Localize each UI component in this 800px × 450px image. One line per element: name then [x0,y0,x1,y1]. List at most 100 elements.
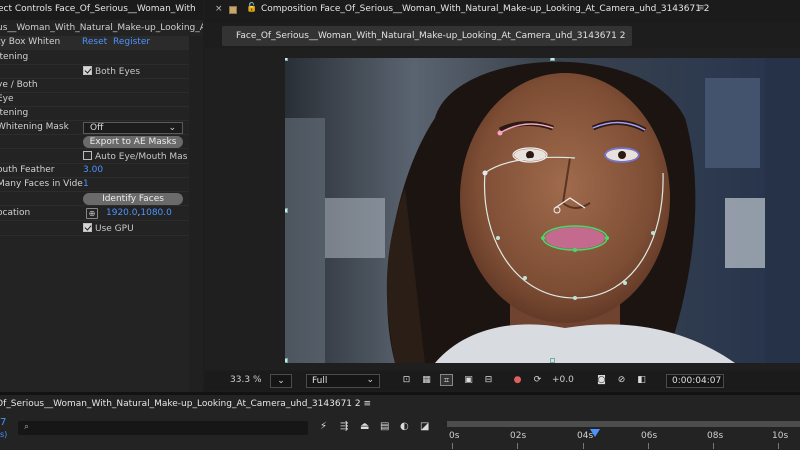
composition-subtab[interactable]: Face_Of_Serious__Woman_With_Natural_Make… [222,26,632,46]
graph-editor-icon[interactable]: ◪ [420,421,429,432]
param-row-eye-both: ye / Both [0,79,190,93]
close-icon[interactable]: × [215,4,223,14]
checkbox-unchecked-icon [83,151,92,160]
both-eyes-checkbox[interactable]: Both Eyes [83,66,140,77]
param-row-identify: Identify Faces [0,192,190,206]
timeline-tab-title: Of_Serious__Woman_With_Natural_Make-up_L… [0,399,361,409]
auto-eye-mouth-label: Auto Eye/Mouth Mas [95,152,188,162]
panel-menu-icon[interactable]: ≡ [697,3,705,13]
export-to-ae-masks-button[interactable]: Export to AE Masks [83,136,183,148]
motion-blur-icon[interactable]: ◐ [400,421,409,432]
transparency-grid-icon[interactable]: ▦ [420,374,433,386]
current-time-frame[interactable]: 7 [0,417,6,428]
panel-menu-icon[interactable]: ≡ [363,399,371,409]
time-ruler[interactable]: 0s 02s 04s 06s 08s 10s [447,418,800,450]
param-row-location: ocation ⊕ 1920.0,1080.0 [0,207,190,221]
param-label: itening [0,52,29,62]
ruler-label: 06s [641,431,658,441]
resolution-dropdown[interactable]: Full ⌄ [306,374,380,388]
mouth-feather-value[interactable]: 3.00 [83,165,103,175]
show-snapshot-icon[interactable]: ⊘ [615,374,628,386]
ruler-label: 02s [510,431,527,441]
param-label: outh Feather [0,165,55,175]
transform-handle[interactable] [285,358,288,363]
effect-controls-scrollbar[interactable] [189,36,203,392]
transform-handle[interactable] [285,58,288,61]
location-x-value[interactable]: 1920.0 [106,208,138,218]
composition-title[interactable]: Composition Face_Of_Serious__Woman_With_… [261,4,710,14]
playhead[interactable] [590,429,600,437]
param-row-mouth-feather: outh Feather 3.00 [0,164,190,178]
work-area-bar[interactable] [447,421,800,427]
transform-handle[interactable] [550,58,555,61]
many-faces-value[interactable]: 1 [83,179,89,189]
ruler-tick [778,443,779,449]
identify-faces-button[interactable]: Identify Faces [83,193,183,205]
chevron-down-icon: ⌄ [366,375,374,385]
chevron-down-icon: ⌄ [168,123,176,133]
auto-eye-mouth-checkbox[interactable]: Auto Eye/Mouth Mas [83,151,187,162]
color-channels-icon[interactable]: ● [511,374,524,386]
layer-name-row: us__Woman_With_Natural_Make-up_Looking_A… [0,20,203,36]
whitening-mask-dropdown[interactable]: Off ⌄ [83,122,183,134]
param-row-eye: Eye [0,93,190,107]
param-row-both-eyes: Both Eyes [0,65,190,79]
crosshair-icon[interactable]: ⊕ [86,208,98,219]
use-gpu-label: Use GPU [95,224,134,234]
color-management-icon[interactable]: ⟳ [531,374,544,386]
location-y-value[interactable]: 1080.0 [140,208,172,218]
frame-blending-icon[interactable]: ▤ [380,421,389,432]
fps-hint: s) [0,430,8,439]
timeline-tab[interactable]: Of_Serious__Woman_With_Natural_Make-up_L… [0,399,371,409]
lock-icon[interactable]: 🔓 [246,3,257,13]
effect-controls-tab[interactable]: ect Controls Face_Of_Serious__Woman_With [0,0,203,20]
transform-handle[interactable] [285,208,288,213]
chevron-down-icon: ⌄ [277,376,285,386]
draft-3d-icon[interactable]: ⚡ [320,421,327,432]
ruler-tick [517,443,518,449]
region-of-interest-icon[interactable]: ⊡ [400,374,413,386]
effect-name: ty Box Whiten [0,37,61,47]
ruler-label: 08s [707,431,724,441]
composition-color-icon [229,6,237,14]
camera-snapshot-icon[interactable]: ◙ [595,374,608,386]
timeline-search-input[interactable]: ⌕ [18,421,308,435]
resolution-value: Full [312,376,328,386]
both-eyes-label: Both Eyes [95,67,141,77]
param-row-use-gpu: Use GPU [0,222,190,236]
search-icon: ⌕ [24,422,30,432]
composition-viewer[interactable] [205,48,800,370]
ruler-tick [583,443,584,449]
param-row-whitening: itening [0,51,190,65]
shy-layers-icon[interactable]: ⏏ [360,421,369,432]
mask-visibility-icon[interactable]: ⌗ [440,374,453,386]
zoom-dropdown[interactable]: ⌄ [270,374,292,388]
ruler-label: 0s [449,431,460,441]
checkbox-checked-icon [83,223,92,232]
fast-preview-icon[interactable]: ◧ [635,374,648,386]
comp-flowchart-icon[interactable]: ⇶ [340,421,348,432]
effect-header-row[interactable]: ty Box Whiten Reset Register [0,36,190,50]
transform-handle[interactable] [550,358,555,363]
param-label: itening [0,108,29,118]
param-label: Eye [0,94,14,104]
param-label: Whitening Mask [0,122,69,132]
current-time-display[interactable]: 0:00:04:07 [666,374,724,388]
register-link[interactable]: Register [113,37,150,47]
guides-icon[interactable]: ▣ [462,374,475,386]
checkbox-checked-icon [83,66,92,75]
grid-icon[interactable]: ⊟ [482,374,495,386]
zoom-unit: % [253,375,262,385]
ruler-tick [648,443,649,449]
param-row-many-faces: Many Faces in Vide 1 [0,178,190,192]
zoom-value[interactable]: 33.3 [230,375,250,385]
dropdown-value: Off [90,123,104,133]
video-frame[interactable] [285,58,800,363]
param-row-auto-eye-mouth: Auto Eye/Mouth Mas [0,150,190,164]
param-label: ocation [0,208,31,218]
reset-link[interactable]: Reset [82,37,107,47]
exposure-value[interactable]: +0.0 [552,375,574,385]
layer-name: us__Woman_With_Natural_Make-up_Looking_A… [0,23,203,33]
ruler-tick [452,443,453,449]
use-gpu-checkbox[interactable]: Use GPU [83,223,134,234]
